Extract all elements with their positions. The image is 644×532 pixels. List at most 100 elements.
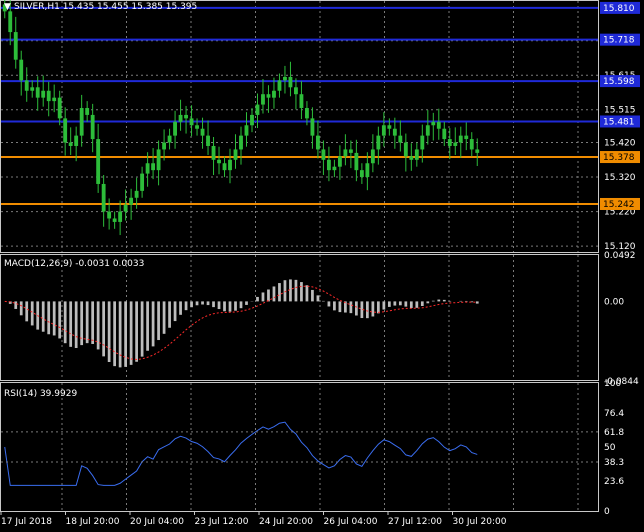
candle-body xyxy=(321,149,326,160)
candle-body xyxy=(359,170,364,178)
candle-body xyxy=(162,142,167,150)
candle-body xyxy=(167,135,172,143)
candle-body xyxy=(365,163,370,178)
rsi-axis-label: 38.3 xyxy=(604,458,624,468)
candle-body xyxy=(447,139,452,146)
candle-body xyxy=(464,135,469,140)
price-tag-label: 15.598 xyxy=(603,77,635,87)
candle-body xyxy=(41,90,46,98)
price-axis-label: 15.420 xyxy=(604,139,636,149)
candle-body xyxy=(337,156,342,167)
rsi-axis-label: 0 xyxy=(604,507,610,517)
candle-body xyxy=(376,135,381,150)
candle-body xyxy=(96,139,101,184)
candle-body xyxy=(414,149,419,160)
candle-body xyxy=(101,183,106,212)
candle-body xyxy=(156,149,161,171)
candle-body xyxy=(184,114,188,119)
candle-body xyxy=(272,90,276,98)
collapse-arrow-icon[interactable]: ▼ xyxy=(4,2,11,12)
candle-body xyxy=(228,159,232,171)
candle-body xyxy=(299,94,304,109)
candle-body xyxy=(178,114,183,122)
price-tag-label: 15.242 xyxy=(603,200,635,210)
time-axis-label: 18 Jul 20:00 xyxy=(66,517,120,527)
candle-body xyxy=(310,118,315,136)
candle-body xyxy=(63,118,68,143)
rsi-axis-label: 61.8 xyxy=(604,428,624,438)
candle-body xyxy=(68,142,73,146)
candle-body xyxy=(442,128,447,140)
time-axis-label: 24 Jul 20:00 xyxy=(259,517,313,527)
candle-body xyxy=(277,80,282,91)
candle-body xyxy=(222,163,227,171)
rsi-panel-header: RSI(14) 39.9929 xyxy=(4,389,77,399)
candle-body xyxy=(140,173,145,191)
trading-chart[interactable]: ▼ SILVER,H1 15.435 15.455 15.385 15.395 … xyxy=(0,0,644,532)
time-axis-label: 26 Jul 04:00 xyxy=(324,517,378,527)
candle-body xyxy=(453,142,458,146)
candle-body xyxy=(189,118,194,126)
candle-body xyxy=(79,108,84,136)
candle-body xyxy=(35,87,40,98)
candle-body xyxy=(348,149,353,153)
candle-body xyxy=(294,87,298,95)
price-tag-label: 15.378 xyxy=(603,153,635,163)
time-axis-label: 23 Jul 12:00 xyxy=(195,517,249,527)
candle-body xyxy=(458,135,463,143)
candle-body xyxy=(431,121,436,126)
price-tag-label: 15.810 xyxy=(603,4,635,14)
candle-body xyxy=(211,145,216,160)
candle-body xyxy=(255,104,260,115)
candle-body xyxy=(261,94,265,105)
price-panel-header: SILVER,H1 15.435 15.455 15.385 15.395 xyxy=(14,2,197,12)
candle-body xyxy=(387,125,392,129)
price-axis-label: 15.320 xyxy=(604,173,636,183)
candle-body xyxy=(436,121,441,129)
candle-body xyxy=(266,94,271,98)
candle-body xyxy=(233,149,238,160)
candle-body xyxy=(90,114,95,140)
candle-body xyxy=(283,76,287,81)
candle-body xyxy=(315,135,320,150)
candle-body xyxy=(151,163,156,171)
rsi-axis-label: 100 xyxy=(604,379,621,389)
candle-body xyxy=(392,128,397,136)
candle-body xyxy=(420,135,425,150)
candle-body xyxy=(305,108,309,119)
price-tag-label: 15.481 xyxy=(603,117,635,127)
candle-body xyxy=(8,11,13,33)
candle-body xyxy=(85,108,90,115)
candle-body xyxy=(398,135,403,143)
candle-body xyxy=(332,166,337,171)
candle-body xyxy=(107,211,112,219)
rsi-axis-label: 23.6 xyxy=(604,477,624,487)
candle-body xyxy=(200,128,205,136)
candle-body xyxy=(403,142,408,157)
candle-body xyxy=(326,159,331,171)
candle-body xyxy=(46,90,51,102)
time-axis-label: 17 Jul 2018 xyxy=(1,517,52,527)
candle-body xyxy=(30,87,35,91)
rsi-axis-label: 50 xyxy=(604,443,616,453)
candle-body xyxy=(250,114,254,126)
candle-body xyxy=(469,139,474,150)
candle-body xyxy=(217,159,221,164)
candle-body xyxy=(173,121,177,136)
candle-body xyxy=(129,197,134,205)
candle-body xyxy=(74,135,79,146)
time-axis-label: 20 Jul 04:00 xyxy=(130,517,184,527)
candle-body xyxy=(354,152,359,171)
candle-body xyxy=(195,125,199,129)
time-axis-label: 27 Jul 12:00 xyxy=(388,517,442,527)
candle-body xyxy=(13,32,18,60)
candle-body xyxy=(381,125,386,136)
candle-body xyxy=(409,156,414,160)
candle-body xyxy=(118,211,123,222)
rsi-axis-label: 76.4 xyxy=(604,409,624,419)
candle-body xyxy=(425,125,430,136)
price-tag-label: 15.718 xyxy=(603,36,635,46)
candle-body xyxy=(206,135,210,146)
candle-body xyxy=(244,125,249,136)
candle-body xyxy=(370,149,375,164)
